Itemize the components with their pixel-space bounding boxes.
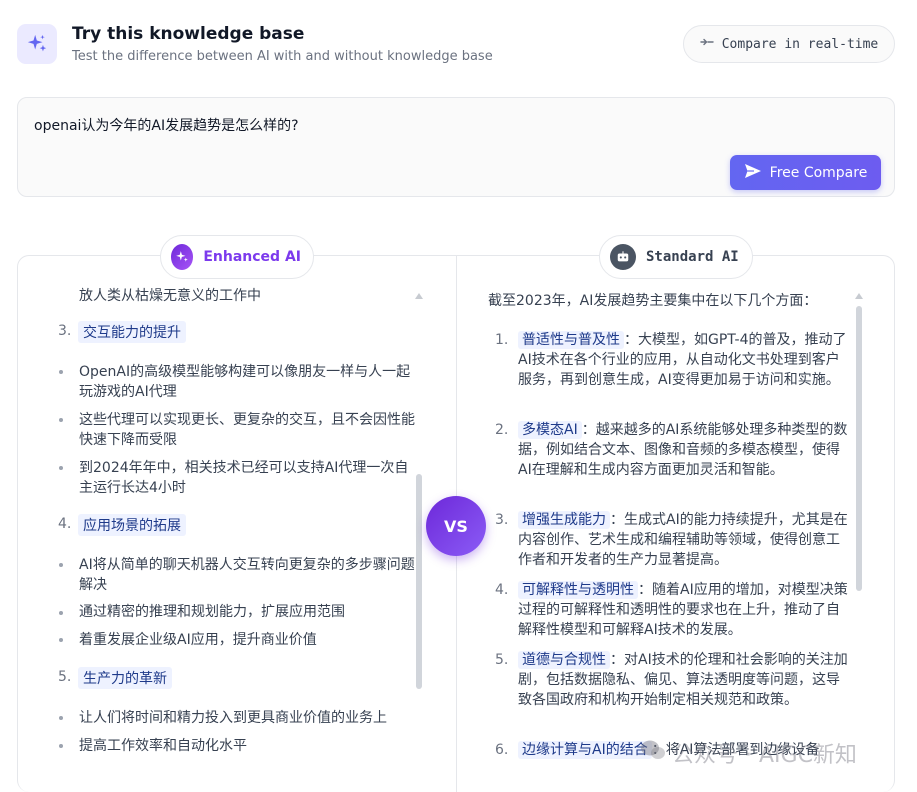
query-input-box[interactable]: openai认为今年的AI发展趋势是怎么样的? Free Compare [17,97,895,197]
list-item: 道德与合规性 ：对AI技术的伦理和社会影响的关注加剧，包括数据隐私、偏见、算法透明… [518,650,850,710]
list-item: OpenAI的高级模型能够构建可以像朋友一样与人一起玩游戏的AI代理 [79,364,411,400]
item-title: 增强生成能力 [518,511,610,529]
enhanced-ai-label: Enhanced AI [203,249,301,265]
list-item: 增强生成能力 ：生成式AI的能力持续提升，尤其是在内容创作、艺术生成和编程辅助等领… [518,510,850,570]
bullet-dot [59,418,63,422]
list-item: 着重发展企业级AI应用，提升商业价值 [79,632,317,648]
watermark-text: 公众号 · AIGC新知 [672,743,857,768]
section-number: 4. [58,516,72,532]
query-input-text[interactable]: openai认为今年的AI发展趋势是怎么样的? [34,115,299,135]
scroll-up-arrow[interactable] [415,293,423,299]
compare-realtime-label: Compare in real-time [721,36,879,52]
list-item: 到2024年年中，相关技术已经可以支持AI代理一次自主运行长达4小时 [79,460,409,496]
standard-intro: 截至2023年，AI发展趋势主要集中在以下几个方面： [488,293,818,309]
standard-answer-panel[interactable]: 截至2023年，AI发展趋势主要集中在以下几个方面： 1. 普适性与普及性 ：大模… [457,256,894,792]
item-number: 1. [495,332,509,348]
wechat-icon [640,739,666,767]
list-item: 可解释性与透明性 ：随着AI应用的增加，对模型决策过程的可解释性和透明性的要求也在… [518,580,850,640]
vs-badge: VS [426,496,486,556]
bullet-dot [59,466,63,470]
standard-ai-label: Standard AI [646,249,739,265]
item-number: 3. [495,512,509,528]
enhanced-ai-tab[interactable]: Enhanced AI [160,235,314,279]
section-title: 交互能力的提升 [78,321,186,343]
item-title: 道德与合规性 [518,651,610,669]
list-item: AI将从简单的聊天机器人交互转向更复杂的多步骤问题解决 [79,557,415,593]
compare-arrows-icon [700,36,714,52]
standard-ai-tab[interactable]: Standard AI [599,235,753,279]
watermark: 公众号 · AIGC新知 [640,738,857,768]
bullet-dot [59,611,63,615]
bullet-dot [59,563,63,567]
header: Try this knowledge base Test the differe… [17,22,897,72]
bullet-dot [59,638,63,642]
list-item: 这些代理可以实现更长、更复杂的交互，且不会因性能快速下降而受限 [79,412,415,448]
sparkle-logo-icon [17,24,57,64]
scrollbar-thumb[interactable] [856,306,862,591]
sparkle-icon [171,244,194,270]
list-item: 通过精密的推理和规划能力，扩展应用范围 [79,604,345,620]
robot-icon [610,244,636,270]
list-item: 提高工作效率和自动化水平 [79,738,247,754]
enhanced-top-line: 放人类从枯燥无意义的工作中 [79,288,261,304]
page-subtitle: Test the difference between AI with and … [72,49,493,64]
scroll-up-arrow[interactable] [855,293,863,299]
compare-realtime-button[interactable]: Compare in real-time [683,25,895,63]
bullet-dot [59,744,63,748]
enhanced-answer-panel[interactable]: 放人类从枯燥无意义的工作中 3. 交互能力的提升 OpenAI的高级模型能够构建… [18,256,455,792]
send-icon [744,163,762,183]
item-title: 可解释性与透明性 [518,581,638,599]
bullet-dot [59,370,63,374]
free-compare-label: Free Compare [769,164,868,181]
section-title: 生产力的革新 [78,667,172,689]
item-title: 边缘计算与AI的结合 [518,741,652,759]
bullet-dot [59,716,63,720]
page-title: Try this knowledge base [72,24,305,44]
list-item: 普适性与普及性 ：大模型，如GPT-4的普及，推动了AI技术在各个行业的应用，从自… [518,330,850,390]
section-number: 3. [58,323,72,339]
section-number: 5. [58,669,72,685]
scrollbar-thumb[interactable] [416,474,422,689]
item-title: 多模态AI [518,421,582,439]
list-item: 让人们将时间和精力投入到更具商业价值的业务上 [79,710,387,726]
item-number: 2. [495,422,509,438]
item-number: 5. [495,652,509,668]
item-number: 6. [495,742,509,758]
section-title: 应用场景的拓展 [78,514,186,536]
list-item: 多模态AI ：越来越多的AI系统能够处理多种类型的数据，例如结合文本、图像和音频的… [518,420,850,480]
item-title: 普适性与普及性 [518,331,624,349]
free-compare-button[interactable]: Free Compare [730,155,881,190]
item-number: 4. [495,582,509,598]
